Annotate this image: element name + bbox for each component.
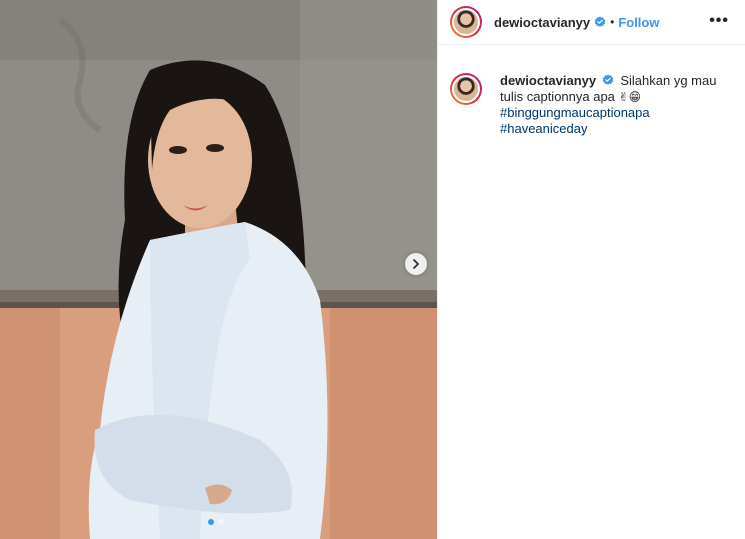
- header-separator: •: [610, 15, 615, 29]
- caption-username[interactable]: dewioctavianyy: [500, 73, 596, 88]
- verified-badge-icon: [594, 16, 606, 27]
- caption-emoji: ✌😁: [618, 90, 642, 104]
- avatar-image: [452, 75, 480, 103]
- hashtag-link[interactable]: #binggungmaucaptionapa: [500, 105, 729, 121]
- caption-block: dewioctavianyy Silahkan yg mau tulis cap…: [438, 45, 745, 137]
- post-photo: [0, 0, 437, 539]
- caption-avatar[interactable]: [450, 73, 482, 105]
- avatar-image: [452, 8, 480, 36]
- instagram-post: dewioctavianyy • Follow ••• dewioctavian…: [0, 0, 745, 539]
- next-slide-button[interactable]: [405, 253, 427, 275]
- post-sidebar: dewioctavianyy • Follow ••• dewioctavian…: [437, 0, 745, 539]
- avatar[interactable]: [450, 6, 482, 38]
- hashtag-link[interactable]: #haveaniceday: [500, 121, 729, 137]
- carousel-indicator: [208, 519, 224, 525]
- carousel-dot-active: [208, 519, 214, 525]
- carousel-dot: [218, 519, 224, 525]
- follow-button[interactable]: Follow: [618, 15, 659, 30]
- post-media[interactable]: [0, 0, 437, 539]
- verified-badge-icon: [602, 74, 614, 85]
- more-options-icon[interactable]: •••: [709, 12, 729, 30]
- caption-text: dewioctavianyy Silahkan yg mau tulis cap…: [500, 73, 729, 137]
- chevron-right-icon: [413, 259, 419, 269]
- header-username[interactable]: dewioctavianyy: [494, 15, 590, 30]
- post-header: dewioctavianyy • Follow •••: [438, 0, 745, 45]
